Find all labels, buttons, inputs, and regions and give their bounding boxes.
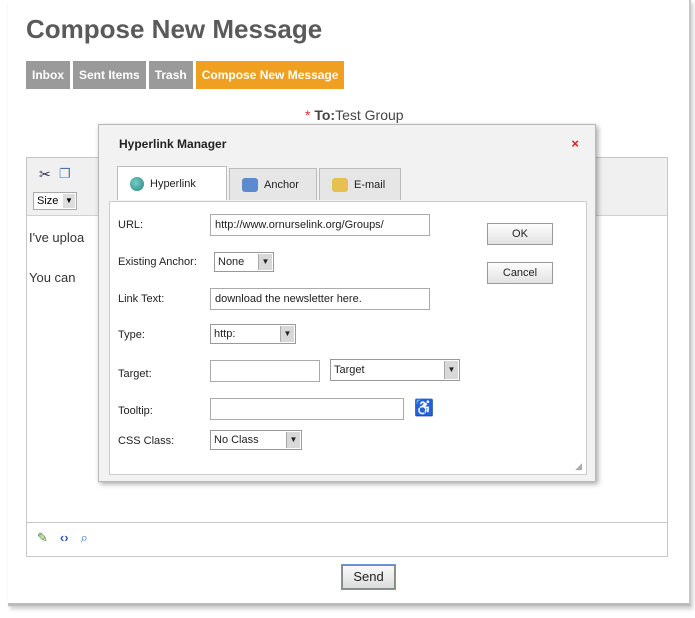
tab-trash[interactable]: Trash [148, 61, 193, 89]
magnifier-icon[interactable]: ⌕ [81, 530, 88, 546]
tab-compose[interactable]: Compose New Message [195, 61, 345, 89]
tab-hyperlink[interactable]: Hyperlink [117, 166, 227, 200]
cut-icon[interactable]: ✂ [39, 166, 51, 183]
editor-line-1: I've uploa [29, 230, 85, 245]
nav-tabs: Inbox Sent Items Trash Compose New Messa… [26, 61, 345, 89]
link-text-label: Link Text: [118, 293, 165, 305]
tab-anchor-label: Anchor [264, 178, 299, 191]
link-text-input[interactable]: download the newsletter here. [210, 288, 430, 310]
target-input[interactable] [210, 360, 320, 382]
copy-icon[interactable]: ❐ [59, 166, 71, 182]
chevron-down-icon: ▼ [444, 361, 458, 379]
existing-anchor-value: None [218, 256, 245, 268]
tab-email-label: E-mail [354, 178, 386, 191]
type-label: Type: [118, 329, 145, 341]
tab-sent-items[interactable]: Sent Items [73, 61, 146, 89]
editor-mode-bar: ✎ ‹› ⌕ [37, 530, 88, 546]
tab-hyperlink-label: Hyperlink [150, 177, 196, 190]
page-title: Compose New Message [26, 14, 323, 44]
ok-button[interactable]: OK [487, 223, 553, 245]
code-icon[interactable]: ‹› [60, 530, 69, 546]
existing-anchor-label: Existing Anchor: [118, 256, 197, 268]
chevron-down-icon: ▼ [286, 432, 300, 448]
close-icon[interactable]: × [571, 136, 579, 151]
accessibility-icon[interactable]: ♿ [414, 398, 434, 418]
send-button[interactable]: Send [342, 565, 395, 589]
tab-anchor[interactable]: Anchor [229, 168, 317, 200]
type-value: http: [214, 328, 236, 340]
to-line: * To:Test Group [305, 107, 404, 123]
chevron-down-icon: ▼ [280, 326, 294, 342]
existing-anchor-select[interactable]: None ▼ [214, 252, 274, 272]
globe-icon [130, 176, 144, 191]
tab-email[interactable]: E-mail [319, 168, 401, 200]
email-icon [332, 177, 348, 192]
target-label: Target: [118, 368, 152, 380]
to-value[interactable]: Test Group [335, 107, 403, 123]
editor-line-2: You can [29, 270, 76, 285]
css-class-value: No Class [214, 434, 259, 446]
url-label: URL: [118, 219, 144, 231]
type-select[interactable]: http: ▼ [210, 324, 296, 344]
tab-inbox[interactable]: Inbox [26, 61, 70, 89]
css-class-label: CSS Class: [118, 435, 175, 447]
cancel-button[interactable]: Cancel [487, 262, 553, 284]
tooltip-input[interactable] [210, 398, 404, 420]
target-select-value: Target [334, 364, 365, 376]
hyperlink-manager-dialog: Hyperlink Manager × Hyperlink Anchor E-m… [98, 124, 596, 482]
size-select[interactable]: Size ▼ [33, 192, 77, 210]
resize-grip-icon[interactable]: ◢ [575, 461, 582, 472]
chevron-down-icon: ▼ [63, 194, 75, 208]
css-class-select[interactable]: No Class ▼ [210, 430, 302, 450]
chevron-down-icon: ▼ [258, 254, 272, 270]
anchor-page-icon [242, 177, 258, 192]
size-select-label: Size [37, 195, 59, 207]
dialog-tabs: Hyperlink Anchor E-mail [117, 166, 403, 200]
dialog-title: Hyperlink Manager [119, 137, 227, 151]
required-mark: * [305, 107, 311, 123]
tooltip-label: Tooltip: [118, 405, 153, 417]
pencil-icon[interactable]: ✎ [37, 530, 48, 546]
to-label: To: [314, 107, 336, 123]
target-select[interactable]: Target ▼ [330, 359, 460, 381]
url-input[interactable]: http://www.ornurselink.org/Groups/ [210, 214, 430, 236]
